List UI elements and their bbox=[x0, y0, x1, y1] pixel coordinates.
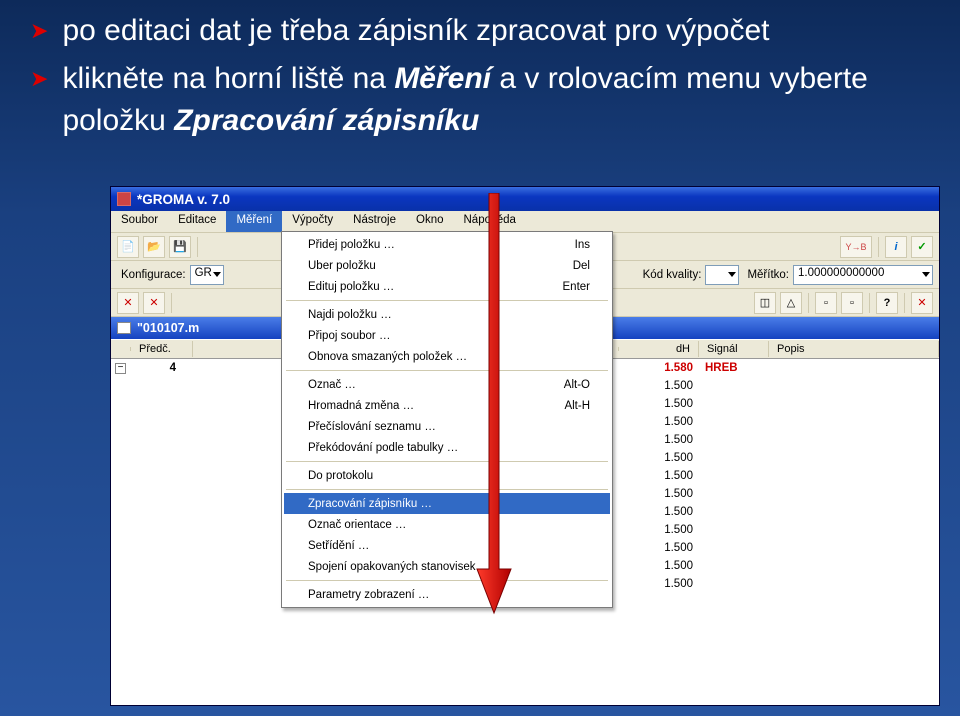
shortcut-label: Ins bbox=[575, 239, 590, 251]
app-icon bbox=[117, 192, 131, 206]
tool-icon[interactable]: △ bbox=[780, 292, 802, 314]
konfig-label: Konfigurace: bbox=[121, 269, 186, 281]
mereni-dropdown[interactable]: Přidej položku …InsUber položkuDelEdituj… bbox=[281, 231, 613, 608]
menubar[interactable]: Soubor Editace Měření Výpočty Nástroje O… bbox=[111, 211, 939, 233]
menu-item[interactable]: Uber položkuDel bbox=[284, 255, 610, 276]
menu-item[interactable]: Setřídění … bbox=[284, 535, 610, 556]
menu-item[interactable]: Obnova smazaných položek … bbox=[284, 346, 610, 367]
menu-item[interactable]: Najdi položku … bbox=[284, 304, 610, 325]
info-icon[interactable]: i bbox=[885, 236, 907, 258]
titlebar: *GROMA v. 7.0 bbox=[111, 187, 939, 211]
bullet-icon: ➤ bbox=[30, 16, 48, 52]
menu-item[interactable]: Edituj položku …Enter bbox=[284, 276, 610, 297]
tool-icon[interactable]: ▫ bbox=[815, 292, 837, 314]
menu-soubor[interactable]: Soubor bbox=[111, 211, 168, 232]
subwindow-title: "010107.m bbox=[137, 321, 199, 335]
col-popis[interactable]: Popis bbox=[769, 341, 939, 357]
help-icon[interactable]: ? bbox=[876, 292, 898, 314]
menu-vypocty[interactable]: Výpočty bbox=[282, 211, 343, 232]
konfig-combo[interactable]: GR bbox=[190, 265, 224, 285]
bullet-1: po editaci dat je třeba zápisník zpracov… bbox=[62, 10, 769, 52]
menu-item[interactable]: Přidej položku …Ins bbox=[284, 234, 610, 255]
new-icon[interactable]: 📄 bbox=[117, 236, 139, 258]
yb-icon[interactable]: Y→B bbox=[840, 236, 872, 258]
tool-icon[interactable]: ◫ bbox=[754, 292, 776, 314]
menu-item[interactable]: Překódování podle tabulky … bbox=[284, 437, 610, 458]
tool-icon[interactable]: ▫ bbox=[841, 292, 863, 314]
menu-item[interactable]: Hromadná změna …Alt-H bbox=[284, 395, 610, 416]
shortcut-label: Del bbox=[573, 260, 590, 272]
menu-item[interactable]: Označ …Alt-O bbox=[284, 374, 610, 395]
menu-item[interactable]: Označ orientace … bbox=[284, 514, 610, 535]
save-icon[interactable]: 💾 bbox=[169, 236, 191, 258]
tool-icon[interactable]: ✕ bbox=[911, 292, 933, 314]
menu-item[interactable]: Připoj soubor … bbox=[284, 325, 610, 346]
check-icon[interactable]: ✓ bbox=[911, 236, 933, 258]
kod-combo[interactable] bbox=[705, 265, 739, 285]
shortcut-label: Alt-H bbox=[564, 400, 590, 412]
col-signal[interactable]: Signál bbox=[699, 341, 769, 357]
menu-nastroje[interactable]: Nástroje bbox=[343, 211, 406, 232]
expand-icon[interactable]: − bbox=[115, 363, 126, 374]
doc-icon bbox=[117, 322, 131, 334]
menu-item[interactable]: Přečíslování seznamu … bbox=[284, 416, 610, 437]
menu-item[interactable]: Parametry zobrazení … bbox=[284, 584, 610, 605]
meritko-label: Měřítko: bbox=[747, 269, 789, 281]
menu-editace[interactable]: Editace bbox=[168, 211, 226, 232]
tool-icon[interactable]: ✕ bbox=[117, 292, 139, 314]
open-icon[interactable]: 📂 bbox=[143, 236, 165, 258]
menu-item[interactable]: Spojení opakovaných stanovisek … bbox=[284, 556, 610, 577]
tool-icon[interactable]: ✕ bbox=[143, 292, 165, 314]
menu-item[interactable]: Zpracování zápisníku … bbox=[284, 493, 610, 514]
kod-label: Kód kvality: bbox=[643, 269, 702, 281]
instruction-text: ➤ po editaci dat je třeba zápisník zprac… bbox=[30, 10, 930, 148]
meritko-combo[interactable]: 1.000000000000 bbox=[793, 265, 933, 285]
bullet-icon: ➤ bbox=[30, 64, 48, 142]
bullet-2: klikněte na horní liště na Měření a v ro… bbox=[62, 58, 930, 142]
shortcut-label: Enter bbox=[563, 281, 591, 293]
window-title: *GROMA v. 7.0 bbox=[137, 192, 230, 207]
app-window: *GROMA v. 7.0 Soubor Editace Měření Výpo… bbox=[110, 186, 940, 706]
menu-mereni[interactable]: Měření bbox=[226, 211, 282, 232]
menu-okno[interactable]: Okno bbox=[406, 211, 454, 232]
shortcut-label: Alt-O bbox=[564, 379, 590, 391]
col-predc[interactable]: Předč. bbox=[131, 341, 193, 357]
menu-item[interactable]: Do protokolu bbox=[284, 465, 610, 486]
menu-napoveda[interactable]: Nápověda bbox=[454, 211, 526, 232]
col-dh[interactable]: dH bbox=[619, 341, 699, 357]
